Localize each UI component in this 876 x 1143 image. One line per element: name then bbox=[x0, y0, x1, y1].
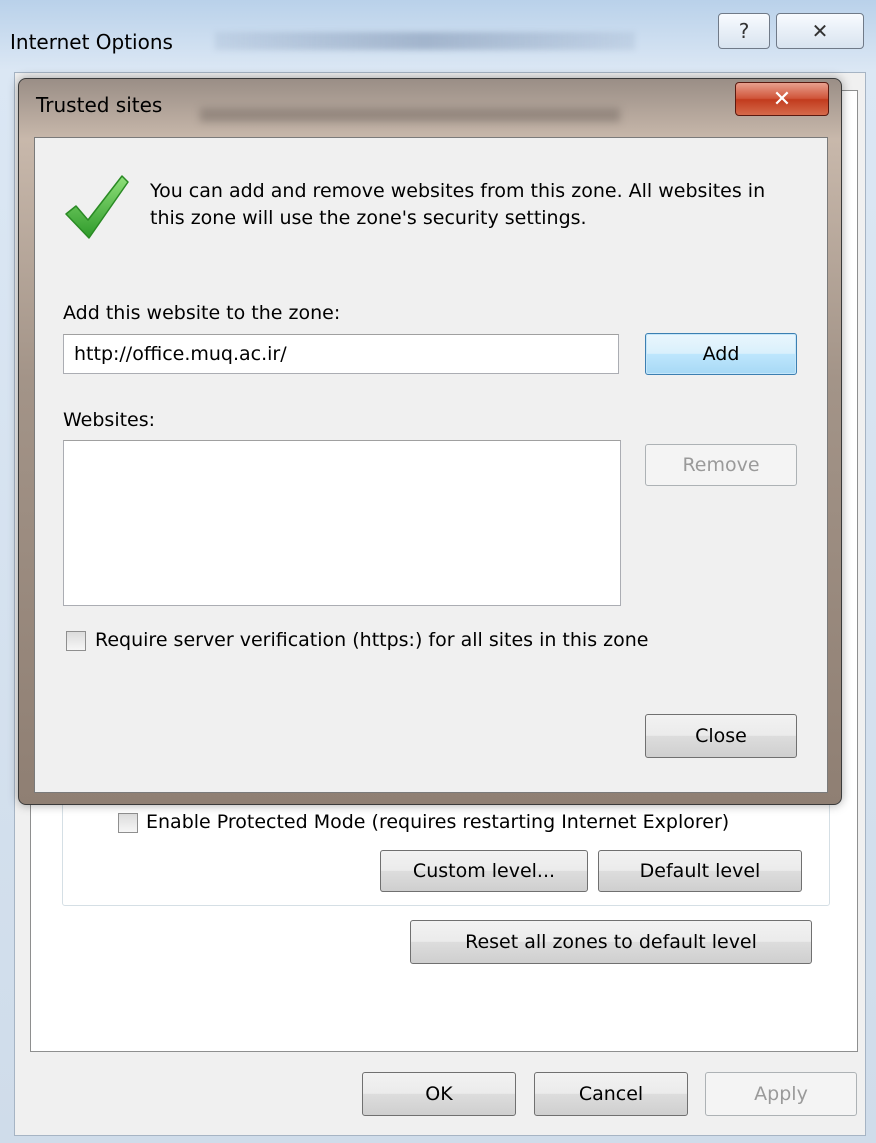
websites-listbox[interactable] bbox=[63, 440, 621, 606]
help-icon: ? bbox=[738, 19, 750, 43]
cancel-button[interactable]: Cancel bbox=[534, 1072, 688, 1116]
trusted-sites-close-button[interactable]: ✕ bbox=[735, 82, 829, 116]
green-checkmark-icon bbox=[65, 175, 129, 239]
close-icon: ✕ bbox=[772, 86, 792, 112]
remove-button[interactable]: Remove bbox=[645, 444, 797, 486]
reset-all-zones-button[interactable]: Reset all zones to default level bbox=[410, 920, 812, 964]
close-icon: ✕ bbox=[811, 19, 829, 43]
close-dialog-button[interactable]: Close bbox=[645, 714, 797, 758]
default-level-button[interactable]: Default level bbox=[598, 850, 802, 892]
info-text-line1: You can add and remove websites from thi… bbox=[150, 180, 766, 202]
require-https-label: Require server verification (https:) for… bbox=[95, 629, 649, 651]
title-blurred-background bbox=[200, 108, 620, 122]
ok-button[interactable]: OK bbox=[362, 1072, 516, 1116]
require-https-checkbox[interactable] bbox=[66, 631, 86, 651]
add-button[interactable]: Add bbox=[645, 333, 797, 375]
info-text-line2: this zone will use the zone's security s… bbox=[150, 207, 587, 229]
internet-options-close-button[interactable]: ✕ bbox=[776, 13, 864, 49]
custom-level-button[interactable]: Custom level... bbox=[380, 850, 588, 892]
title-blurred-text bbox=[215, 32, 635, 50]
internet-options-title: Internet Options bbox=[10, 30, 173, 54]
website-url-input[interactable] bbox=[63, 334, 619, 374]
add-website-label: Add this website to the zone: bbox=[63, 302, 341, 324]
help-button[interactable]: ? bbox=[718, 13, 770, 49]
apply-button[interactable]: Apply bbox=[705, 1072, 857, 1116]
protected-mode-label: Enable Protected Mode (requires restarti… bbox=[146, 811, 730, 833]
trusted-sites-title: Trusted sites bbox=[36, 93, 163, 117]
protected-mode-checkbox[interactable] bbox=[118, 813, 138, 833]
websites-label: Websites: bbox=[63, 409, 156, 431]
